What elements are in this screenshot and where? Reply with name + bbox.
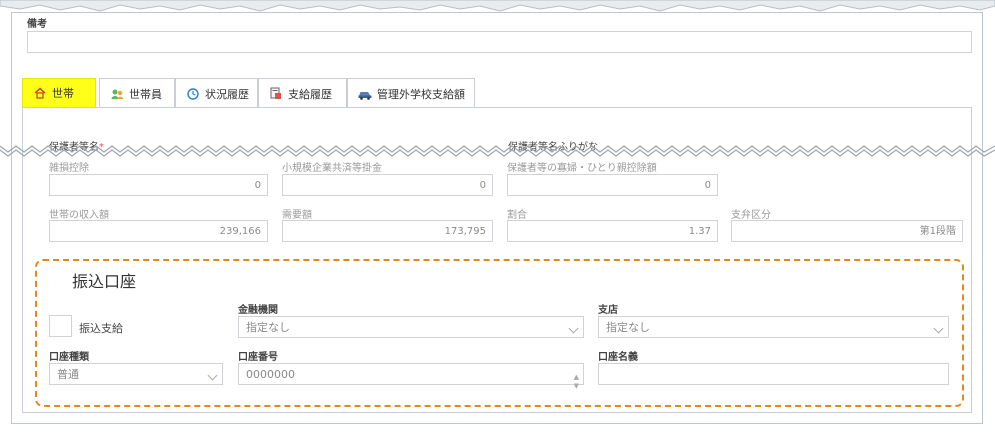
home-icon (33, 86, 47, 100)
chevron-down-icon (933, 323, 944, 334)
tab-payment-history[interactable]: 支給履歴 (258, 78, 347, 108)
remarks-label: 備考 (27, 19, 47, 30)
tab-outside-school-payment-label: 管理外学校支給額 (377, 87, 465, 101)
household-income-input[interactable]: 239,166 (49, 220, 268, 242)
payment-category-label: 支弁区分 (731, 210, 771, 221)
car-icon (358, 87, 372, 101)
account-number-input[interactable]: 0000000 ▲ ▼ (238, 363, 584, 390)
widow-deduction-label: 保護者等の寡婦・ひとり親控除額 (507, 163, 657, 174)
household-income-label: 世帯の収入額 (49, 210, 109, 221)
demand-amount-label: 需要額 (282, 210, 312, 221)
ratio-input[interactable]: 1.37 (507, 220, 718, 242)
account-type-label: 口座種類 (49, 352, 89, 363)
tab-status-history-label: 状況履歴 (205, 87, 249, 101)
widow-deduction-input[interactable]: 0 (507, 174, 718, 196)
branch-label: 支店 (598, 305, 618, 316)
small-business-mutual-input[interactable]: 0 (282, 174, 493, 196)
tab-household-label: 世帯 (52, 87, 74, 100)
clock-icon (186, 87, 200, 101)
torn-edge-middle (0, 145, 995, 157)
branch-select[interactable]: 指定なし (598, 316, 949, 338)
chevron-down-icon (568, 323, 579, 334)
account-type-select[interactable]: 普通 (49, 363, 223, 385)
tab-household[interactable]: 世帯 (22, 78, 96, 108)
account-type-value: 普通 (57, 368, 79, 381)
tab-members-label: 世帯員 (129, 87, 162, 101)
tab-outside-school-payment[interactable]: 管理外学校支給額 (347, 78, 475, 108)
ratio-label: 割合 (507, 210, 527, 221)
tab-payment-history-label: 支給履歴 (288, 87, 332, 101)
document-icon (269, 87, 283, 101)
account-number-value: 0000000 (246, 368, 295, 381)
account-number-label: 口座番号 (238, 352, 278, 363)
demand-amount-input[interactable]: 173,795 (282, 220, 493, 242)
tab-status-history[interactable]: 状況履歴 (175, 78, 258, 108)
institution-select[interactable]: 指定なし (238, 316, 584, 338)
spin-down-icon[interactable]: ▼ (574, 375, 579, 397)
institution-label: 金融機関 (238, 305, 278, 316)
transfer-payment-label: 振込支給 (79, 322, 123, 335)
disaster-deduction-input[interactable]: 0 (49, 174, 268, 196)
branch-value: 指定なし (606, 321, 650, 334)
transfer-payment-checkbox[interactable] (49, 315, 72, 337)
remarks-input[interactable] (27, 31, 972, 53)
account-name-input[interactable] (598, 363, 949, 385)
bank-section-title: 振込口座 (72, 272, 137, 291)
tab-members[interactable]: 世帯員 (99, 78, 175, 108)
small-business-mutual-label: 小規模企業共済等掛金 (282, 163, 382, 174)
chevron-down-icon (207, 370, 218, 381)
account-name-label: 口座名義 (598, 352, 638, 363)
institution-value: 指定なし (246, 321, 290, 334)
disaster-deduction-label: 雑損控除 (49, 163, 89, 174)
payment-category-input[interactable]: 第1段階 (731, 220, 963, 242)
people-icon (110, 87, 124, 101)
